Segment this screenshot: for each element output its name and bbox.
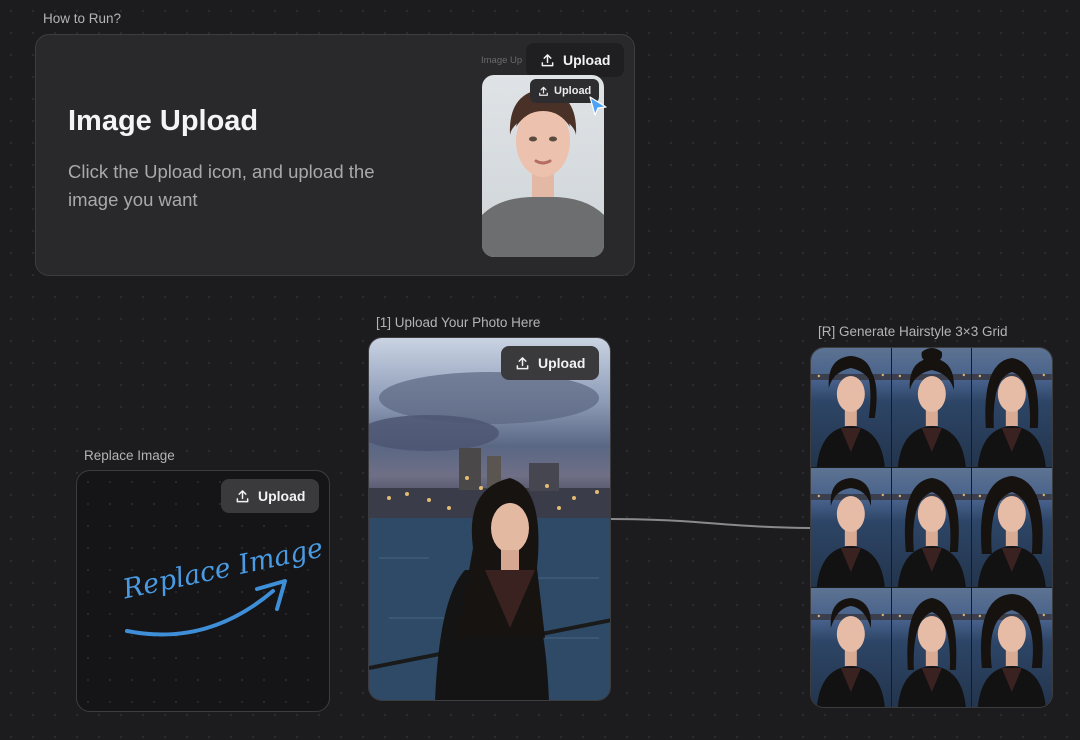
- mini-upload-label: Upload: [554, 85, 592, 97]
- hairstyle-portrait: [972, 358, 1052, 467]
- hairstyle-portrait: [972, 594, 1052, 707]
- hairstyle-portrait: [811, 478, 891, 587]
- replace-image-text: Replace Image: [119, 533, 326, 606]
- how-to-run-card: Image Upload Click the Upload icon, and …: [35, 34, 635, 276]
- hairstyle-grid: [811, 348, 1052, 707]
- upload-icon: [539, 86, 548, 96]
- hairstyle-portrait: [811, 356, 891, 467]
- upload-icon: [516, 356, 529, 369]
- upload-button-label: Upload: [538, 355, 586, 371]
- how-to-run-upload-button[interactable]: Upload: [526, 43, 625, 77]
- replace-image-illustration: Replace Image: [119, 533, 326, 637]
- hairstyle-portrait: [891, 478, 972, 587]
- cursor-icon: [589, 96, 607, 116]
- how-to-run-title: Image Upload: [68, 105, 259, 137]
- result-grid-label: [R] Generate Hairstyle 3×3 Grid: [818, 324, 1008, 339]
- hairstyle-cell: [972, 588, 1052, 707]
- how-to-run-label: How to Run?: [43, 11, 122, 26]
- upload-photo-card[interactable]: Upload: [368, 337, 611, 701]
- upload-photo-label: [1] Upload Your Photo Here: [376, 315, 541, 330]
- how-to-run-description: Click the Upload icon, and upload the im…: [68, 161, 375, 210]
- upload-icon: [541, 53, 554, 66]
- hairstyle-portrait: [891, 598, 972, 707]
- hairstyle-cell: [811, 348, 891, 467]
- replace-image-label: Replace Image: [84, 448, 175, 463]
- photo-illustration: [369, 372, 610, 700]
- hairstyle-cell: [891, 588, 972, 707]
- uploaded-photo: [369, 338, 610, 700]
- hairstyle-cell: [972, 468, 1052, 587]
- hairstyle-portrait: [972, 476, 1052, 587]
- result-grid-card[interactable]: [810, 347, 1053, 708]
- hairstyle-cell: [811, 588, 891, 707]
- hairstyle-portrait: [811, 598, 891, 707]
- hairstyle-portrait: [891, 348, 972, 467]
- upload-button-label: Upload: [563, 52, 611, 68]
- example-portrait-image: Upload: [482, 75, 604, 257]
- photo-upload-button[interactable]: Upload: [501, 346, 600, 380]
- hairstyle-cell: [891, 468, 972, 587]
- replace-image-card[interactable]: Upload Replace Image: [76, 470, 330, 712]
- hairstyle-cell: [972, 348, 1052, 467]
- hairstyle-cell: [891, 348, 972, 467]
- mini-hint-label: Image Up: [481, 55, 523, 66]
- hairstyle-cell: [811, 468, 891, 587]
